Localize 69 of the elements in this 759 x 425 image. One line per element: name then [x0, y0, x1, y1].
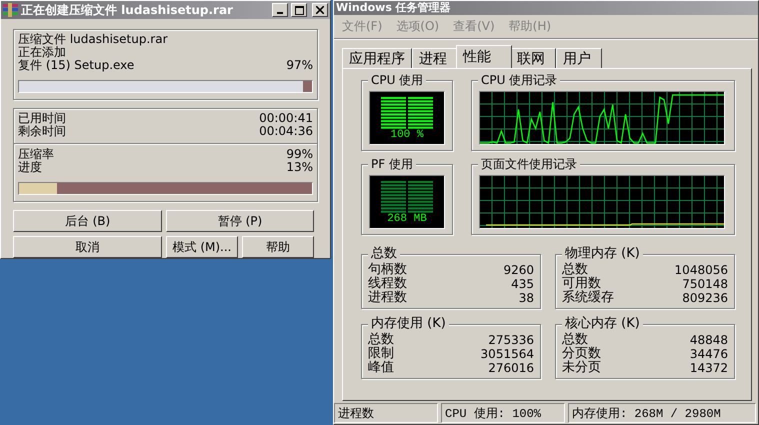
tab[interactable]: 用户: [556, 48, 602, 68]
pf-reading: 268 MB: [387, 213, 427, 225]
group-title: CPU 使用: [368, 73, 426, 87]
meter-bars: [381, 97, 433, 129]
stat-label: 峰值: [368, 361, 394, 375]
window-title: Windows 任务管理器: [336, 1, 452, 15]
group-title: 页面文件使用记录: [478, 157, 580, 171]
close-button[interactable]: [312, 3, 328, 17]
stat-value: 48848: [690, 333, 728, 347]
stat-label: 未分页: [562, 361, 601, 375]
cpu-reading: 100 %: [390, 129, 424, 141]
maximize-icon: [294, 6, 304, 14]
group-title: CPU 使用记录: [478, 73, 560, 87]
minimize-button[interactable]: [272, 3, 288, 17]
tab[interactable]: 联网: [510, 48, 556, 68]
status-text: 压缩文件 ludashisetup.rar: [18, 33, 168, 46]
tab[interactable]: 性能: [456, 45, 512, 68]
stat-label: 进度: [18, 161, 42, 174]
archive-books-icon: [3, 3, 18, 17]
stat-value: 3051564: [480, 347, 534, 361]
stat-label: 限制: [368, 347, 394, 361]
tab[interactable]: 进程: [412, 48, 458, 68]
tab[interactable]: 应用程序: [342, 48, 412, 68]
stat-value: 435: [511, 277, 534, 291]
group-title: PF 使用: [368, 157, 416, 171]
stat-label: 总数: [562, 263, 588, 277]
stat-value: 809236: [682, 291, 728, 305]
dialog-button[interactable]: 后台 (B): [13, 210, 162, 232]
close-icon: [316, 6, 324, 14]
stat-value: 13%: [286, 161, 313, 174]
file-percent: 97%: [286, 59, 313, 72]
time-value: 00:04:36: [259, 125, 313, 138]
group-title: 内存使用 (K): [368, 317, 449, 331]
stat-value: 275336: [488, 333, 534, 347]
stat-value: 14372: [690, 361, 728, 375]
stat-label: 线程数: [368, 277, 407, 291]
dialog-button[interactable]: 帮助: [242, 236, 314, 258]
stat-label: 可用数: [562, 277, 601, 291]
dialog-button[interactable]: 取消: [13, 236, 162, 258]
group-title: 物理内存 (K): [562, 247, 643, 261]
status-cell: 进程数: [334, 403, 438, 423]
status-text: 正在添加: [18, 46, 66, 59]
time-label: 剩余时间: [18, 125, 66, 138]
time-label: 已用时间: [18, 112, 66, 125]
group-title: 核心内存 (K): [562, 317, 643, 331]
maximize-button[interactable]: [291, 3, 307, 17]
dialog-button[interactable]: 模式 (M)...: [166, 236, 238, 258]
stat-label: 句柄数: [368, 263, 407, 277]
stat-value: 38: [518, 291, 534, 305]
file-name: 复件 (15) Setup.exe: [18, 59, 134, 72]
status-cell: 内存使用: 268M / 2980M: [568, 403, 756, 423]
window-title: 正在创建压缩文件 ludashisetup.rar: [21, 3, 234, 17]
stat-label: 进程数: [368, 291, 407, 305]
stat-label: 总数: [562, 333, 588, 347]
stat-label: 总数: [368, 333, 394, 347]
stat-label: 压缩率: [18, 148, 54, 161]
stat-value: 34476: [690, 347, 728, 361]
stat-label: 系统缓存: [562, 291, 614, 305]
stat-value: 9260: [503, 263, 534, 277]
stat-value: 750148: [682, 277, 728, 291]
group-title: 总数: [368, 247, 400, 261]
time-value: 00:00:41: [259, 112, 313, 125]
stat-label: 分页数: [562, 347, 601, 361]
stat-value: 99%: [286, 148, 313, 161]
stat-value: 276016: [488, 361, 534, 375]
status-cell: CPU 使用: 100%: [441, 403, 565, 423]
dialog-button[interactable]: 暂停 (P): [166, 210, 314, 232]
stat-value: 1048056: [674, 263, 728, 277]
meter-bars: [381, 181, 433, 213]
